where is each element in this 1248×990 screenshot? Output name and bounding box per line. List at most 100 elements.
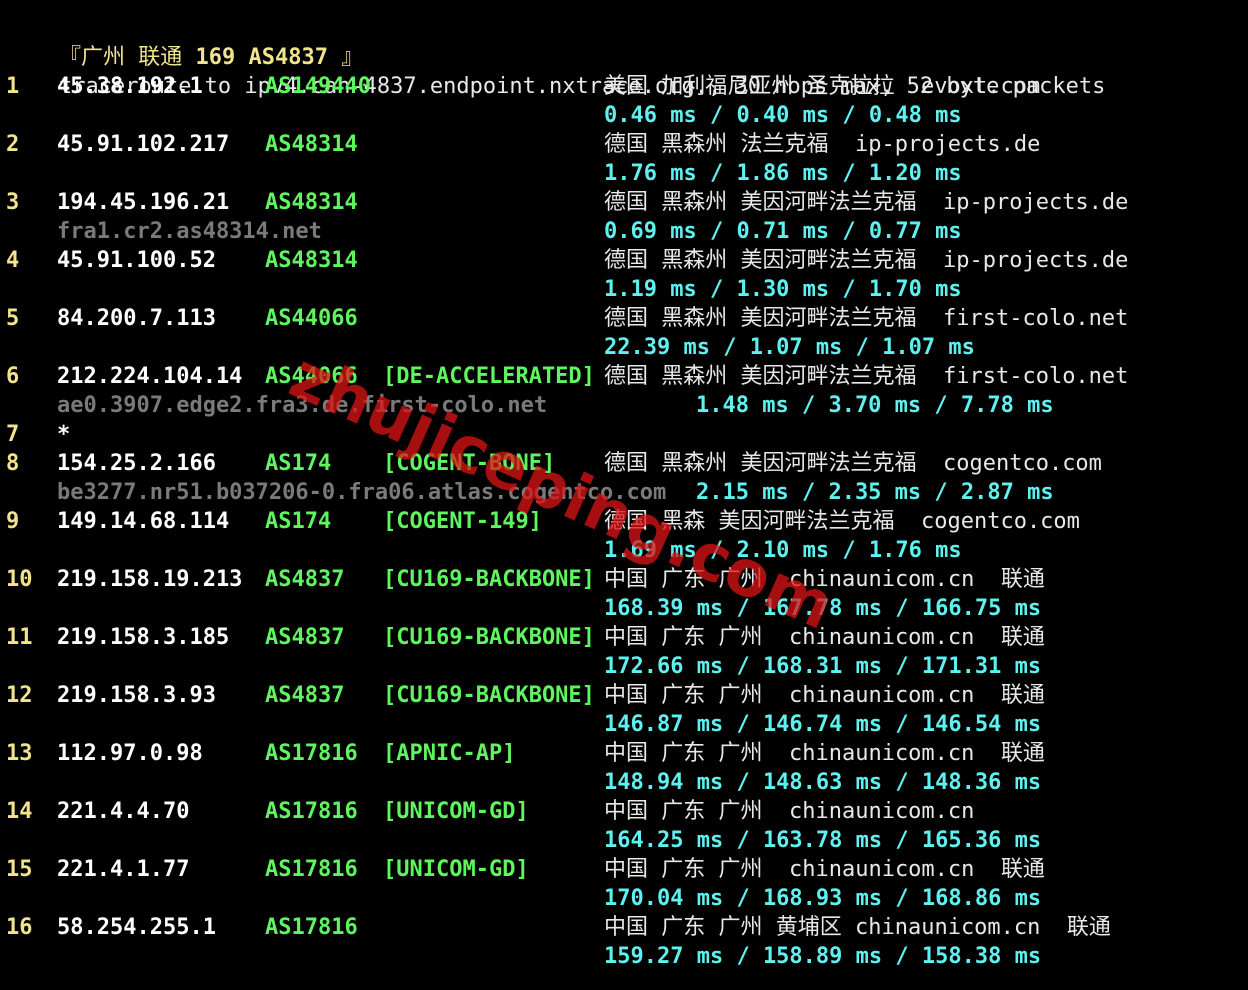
hop-number: 7 — [6, 422, 20, 447]
hop-tag: [COGENT-149] — [383, 509, 542, 534]
hop-location: 中国 广东 广州 chinaunicom.cn 联通 — [604, 683, 1045, 708]
hop-tag: [CU169-BACKBONE] — [383, 683, 595, 708]
hop-ip: 212.224.104.14 — [57, 364, 243, 389]
hop-location: 德国 黑森州 美因河畔法兰克福 cogentco.com — [604, 451, 1102, 476]
hop-rtt: 148.94 ms / 148.63 ms / 148.36 ms — [604, 770, 1042, 795]
hop-ip: 194.45.196.21 — [57, 190, 230, 215]
hop-asn: AS17816 — [265, 915, 358, 940]
hop-asn: AS17816 — [265, 799, 358, 824]
hop-number: 5 — [6, 306, 20, 331]
hop-location: 中国 广东 广州 chinaunicom.cn 联通 — [604, 625, 1045, 650]
hop-asn: AS44066 — [265, 364, 358, 389]
hop-row: 13 112.97.0.98 AS17816 [APNIC-AP] 中国 广东 广州 c… — [6, 739, 1246, 768]
hop-detail-row: be3277.nr51.b037206-0.fra06.atlas.cogent… — [6, 478, 1246, 507]
hop-asn: AS17816 — [265, 741, 358, 766]
hop-row: 10 219.158.19.213 AS4837 [CU169-BACKBONE] 中国… — [6, 565, 1246, 594]
hop-asn: AS4837 — [265, 625, 345, 650]
hop-detail-row: 1.19 ms / 1.30 ms / 1.70 ms — [6, 275, 1246, 304]
hop-number: 8 — [6, 451, 20, 476]
hop-number: 3 — [6, 190, 20, 215]
hop-rtt: 1.69 ms / 2.10 ms / 1.76 ms — [604, 538, 962, 563]
hop-number: 2 — [6, 132, 20, 157]
hop-location: 德国 黑森州 美因河畔法兰克福 first-colo.net — [604, 364, 1129, 389]
hop-row: 6 212.224.104.14 AS44066 [DE-ACCELERATED] 德国… — [6, 362, 1246, 391]
hop-detail-row: 22.39 ms / 1.07 ms / 1.07 ms — [6, 333, 1246, 362]
hop-row: 14 221.4.4.70 AS17816 [UNICOM-GD] 中国 广东 广州 c… — [6, 797, 1246, 826]
hop-ip: 58.254.255.1 — [57, 915, 216, 940]
traceroute-command: traceroute to ipv4.can-4837.endpoint.nxt… — [6, 43, 1246, 99]
hop-detail-row: 159.27 ms / 158.89 ms / 158.38 ms — [6, 942, 1246, 971]
hop-detail-row: 172.66 ms / 168.31 ms / 171.31 ms — [6, 652, 1246, 681]
hop-tag: [APNIC-AP] — [383, 741, 516, 766]
hop-location: 德国 黑森 美因河畔法兰克福 cogentco.com — [604, 509, 1080, 534]
hop-asn: AS149440 — [265, 74, 371, 99]
hop-row: 8 154.25.2.166 AS174 [COGENT-BONE] 德国 黑森州 美因… — [6, 449, 1246, 478]
hop-detail-row: 146.87 ms / 146.74 ms / 146.54 ms — [6, 710, 1246, 739]
result-header: 『广州 联通 169 AS4837 』 — [6, 14, 1246, 70]
hop-tag: [DE-ACCELERATED] — [383, 364, 595, 389]
hop-location: 中国 广东 广州 chinaunicom.cn — [604, 799, 975, 824]
hop-row: 4 45.91.100.52 AS48314 德国 黑森州 美因河畔法兰克福 ip-p… — [6, 246, 1246, 275]
hop-row: 16 58.254.255.1 AS17816 中国 广东 广州 黄埔区 chinau… — [6, 913, 1246, 942]
hop-detail-row: fra1.cr2.as48314.net 0.69 ms / 0.71 ms / … — [6, 217, 1246, 246]
terminal-output: 『广州 联通 169 AS4837 』 traceroute to ipv4.c… — [6, 14, 1246, 971]
hop-number: 11 — [6, 625, 33, 650]
hop-tag: [COGENT-BONE] — [383, 451, 556, 476]
hop-rtt: 164.25 ms / 163.78 ms / 165.36 ms — [604, 828, 1042, 853]
hop-asn: AS48314 — [265, 248, 358, 273]
hop-number: 4 — [6, 248, 20, 273]
hop-ip: 45.38.192.1 — [57, 74, 203, 99]
hop-location: 德国 黑森州 美因河畔法兰克福 ip-projects.de — [604, 190, 1129, 215]
hop-detail-row: 148.94 ms / 148.63 ms / 148.36 ms — [6, 768, 1246, 797]
hop-rtt: 1.19 ms / 1.30 ms / 1.70 ms — [604, 277, 962, 302]
hop-ip: 219.158.3.93 — [57, 683, 216, 708]
hop-detail-row: 1.69 ms / 2.10 ms / 1.76 ms — [6, 536, 1246, 565]
hop-rtt: 0.46 ms / 0.40 ms / 0.48 ms — [604, 103, 962, 128]
hop-ip: 219.158.3.185 — [57, 625, 230, 650]
hop-row: 2 45.91.102.217 AS48314 德国 黑森州 法兰克福 ip-proj… — [6, 130, 1246, 159]
hop-number: 15 — [6, 857, 33, 882]
hop-rtt: 159.27 ms / 158.89 ms / 158.38 ms — [604, 944, 1042, 969]
hop-ip: * — [57, 422, 71, 447]
hop-detail-row: 0.46 ms / 0.40 ms / 0.48 ms — [6, 101, 1246, 130]
hop-asn: AS174 — [265, 509, 332, 534]
hop-detail-row: 1.76 ms / 1.86 ms / 1.20 ms — [6, 159, 1246, 188]
hop-ip: 45.91.100.52 — [57, 248, 216, 273]
hop-rtt: 1.48 ms / 3.70 ms / 7.78 ms — [696, 393, 1054, 418]
hop-location: 德国 黑森州 法兰克福 ip-projects.de — [604, 132, 1041, 157]
hop-asn: AS4837 — [265, 567, 345, 592]
hop-tag: [CU169-BACKBONE] — [383, 567, 595, 592]
hop-row: 9 149.14.68.114 AS174 [COGENT-149] 德国 黑森 美因河… — [6, 507, 1246, 536]
hop-detail-row: 168.39 ms / 167.78 ms / 166.75 ms — [6, 594, 1246, 623]
hop-hostname: fra1.cr2.as48314.net — [57, 219, 322, 244]
hop-number: 13 — [6, 741, 33, 766]
hop-hostname: ae0.3907.edge2.fra3.de.first-colo.net — [57, 393, 548, 418]
hop-rtt: 0.69 ms / 0.71 ms / 0.77 ms — [604, 219, 962, 244]
hop-detail-row: 170.04 ms / 168.93 ms / 168.86 ms — [6, 884, 1246, 913]
hop-ip: 112.97.0.98 — [57, 741, 203, 766]
hop-number: 14 — [6, 799, 33, 824]
hop-ip: 219.158.19.213 — [57, 567, 243, 592]
hop-location: 中国 广东 广州 chinaunicom.cn 联通 — [604, 857, 1045, 882]
hop-rtt: 172.66 ms / 168.31 ms / 171.31 ms — [604, 654, 1042, 679]
hop-list: 1 45.38.192.1 AS149440 美国 加利福尼亚州 圣克拉拉 evoxt… — [6, 72, 1246, 971]
hop-row: 7 * — [6, 420, 1246, 449]
hop-location: 德国 黑森州 美因河畔法兰克福 ip-projects.de — [604, 248, 1129, 273]
hop-row: 12 219.158.3.93 AS4837 [CU169-BACKBONE] 中国 广… — [6, 681, 1246, 710]
hop-number: 9 — [6, 509, 20, 534]
hop-tag: [CU169-BACKBONE] — [383, 625, 595, 650]
hop-rtt: 1.76 ms / 1.86 ms / 1.20 ms — [604, 161, 962, 186]
hop-ip: 149.14.68.114 — [57, 509, 230, 534]
hop-location: 中国 广东 广州 黄埔区 chinaunicom.cn 联通 — [604, 915, 1111, 940]
hop-asn: AS4837 — [265, 683, 345, 708]
hop-location: 中国 广东 广州 chinaunicom.cn 联通 — [604, 741, 1045, 766]
hop-location: 中国 广东 广州 chinaunicom.cn 联通 — [604, 567, 1045, 592]
hop-rtt: 170.04 ms / 168.93 ms / 168.86 ms — [604, 886, 1042, 911]
hop-number: 1 — [6, 74, 20, 99]
hop-asn: AS44066 — [265, 306, 358, 331]
hop-rtt: 2.15 ms / 2.35 ms / 2.87 ms — [696, 480, 1054, 505]
hop-asn: AS17816 — [265, 857, 358, 882]
hop-ip: 221.4.1.77 — [57, 857, 190, 882]
hop-location: 德国 黑森州 美因河畔法兰克福 first-colo.net — [604, 306, 1129, 331]
hop-rtt: 22.39 ms / 1.07 ms / 1.07 ms — [604, 335, 975, 360]
